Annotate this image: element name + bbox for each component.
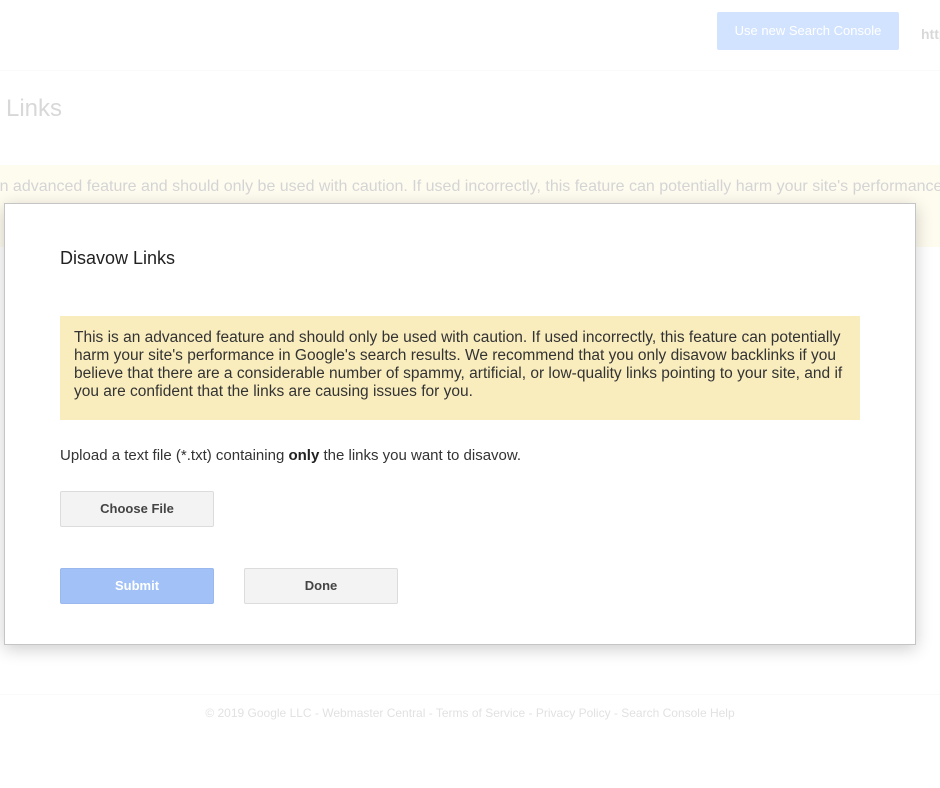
dialog-title: Disavow Links bbox=[60, 248, 176, 268]
upload-instructions: Upload a text file (*.txt) containing on… bbox=[60, 447, 521, 464]
submit-button[interactable]: Submit bbox=[60, 568, 214, 604]
choose-file-button[interactable]: Choose File bbox=[60, 491, 214, 527]
dialog-warning-text: This is an advanced feature and should o… bbox=[74, 329, 843, 400]
upload-text-before: Upload a text file (*.txt) containing bbox=[60, 447, 289, 464]
dialog-warning-box: This is an advanced feature and should o… bbox=[60, 316, 860, 420]
upload-text-bold: only bbox=[288, 447, 320, 464]
upload-text-after: the links you want to disavow. bbox=[319, 447, 522, 464]
disavow-links-dialog: Disavow Links This is an advanced featur… bbox=[4, 203, 916, 645]
done-button[interactable]: Done bbox=[244, 568, 398, 604]
